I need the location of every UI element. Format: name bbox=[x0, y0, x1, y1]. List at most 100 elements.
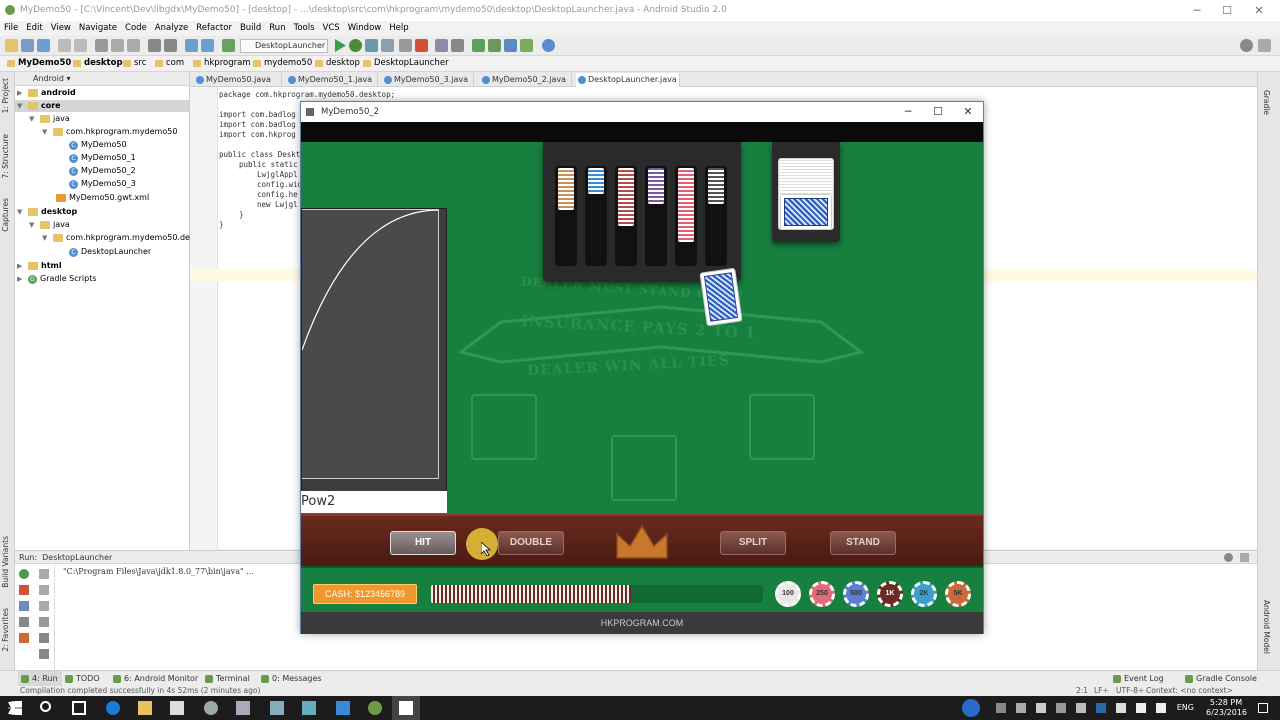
cut-icon[interactable] bbox=[95, 39, 108, 52]
menu-view[interactable]: View bbox=[47, 21, 75, 35]
tree-item-java[interactable]: ▼ java bbox=[29, 113, 70, 125]
tray-icon[interactable] bbox=[1076, 703, 1086, 713]
double-button[interactable]: DOUBLE bbox=[498, 531, 564, 555]
run-config-tab[interactable]: DesktopLauncher bbox=[42, 553, 112, 562]
expand-arrow-icon[interactable]: ▶ bbox=[17, 273, 25, 285]
menu-navigate[interactable]: Navigate bbox=[75, 21, 121, 35]
dealt-card[interactable] bbox=[699, 267, 743, 327]
collapse-arrow-icon[interactable]: ▼ bbox=[42, 126, 50, 138]
breadcrumb-item[interactable]: mydemo50 bbox=[250, 57, 316, 70]
exit-icon[interactable] bbox=[19, 633, 29, 643]
todo-tool-tab[interactable]: TODO bbox=[62, 671, 104, 687]
notifications-icon[interactable] bbox=[1258, 703, 1268, 713]
collapse-arrow-icon[interactable]: ▼ bbox=[29, 113, 37, 125]
game-maximize-button[interactable]: ☐ bbox=[923, 102, 953, 122]
help-icon[interactable] bbox=[962, 699, 980, 717]
event-log-icon[interactable] bbox=[1258, 39, 1271, 52]
build-variants-tool-tab[interactable]: Build Variants bbox=[1, 536, 10, 588]
breadcrumb-item[interactable]: desktop bbox=[70, 57, 127, 70]
tree-item-file[interactable]: MyDemo50.gwt.xml bbox=[56, 192, 149, 204]
captures-tool-tab[interactable]: Captures bbox=[1, 198, 10, 232]
expand-arrow-icon[interactable]: ▶ bbox=[17, 87, 25, 99]
tree-item-class[interactable]: C DesktopLauncher bbox=[69, 246, 151, 258]
breadcrumb-item[interactable]: hkprogram bbox=[190, 57, 255, 70]
game-minimize-button[interactable]: ─ bbox=[893, 102, 923, 122]
collapse-arrow-icon[interactable]: ▼ bbox=[17, 100, 25, 112]
tray-icon[interactable] bbox=[1016, 703, 1026, 713]
tree-item-package[interactable]: ▼ com.hkprogram.mydemo50 bbox=[42, 126, 177, 138]
close-button[interactable]: ✕ bbox=[1244, 0, 1274, 21]
run-tool-tab[interactable]: 4: Run bbox=[18, 671, 62, 687]
split-button[interactable]: SPLIT bbox=[720, 531, 786, 555]
gradle-sync-icon[interactable] bbox=[472, 39, 485, 52]
find-icon[interactable] bbox=[148, 39, 161, 52]
windows-start-icon[interactable] bbox=[8, 701, 22, 715]
android-studio-icon[interactable] bbox=[368, 701, 382, 715]
breadcrumb-item[interactable]: com bbox=[152, 57, 188, 70]
app-icon[interactable] bbox=[236, 701, 250, 715]
save-icon[interactable] bbox=[21, 39, 34, 52]
tab-mydemo50-1[interactable]: MyDemo50_1.java bbox=[286, 73, 378, 87]
menu-run[interactable]: Run bbox=[265, 21, 289, 35]
visual-studio-icon[interactable] bbox=[336, 701, 350, 715]
rerun-icon[interactable] bbox=[19, 569, 29, 579]
edge-icon[interactable] bbox=[106, 701, 120, 715]
game-close-button[interactable]: ✕ bbox=[953, 102, 983, 122]
stand-button[interactable]: STAND bbox=[830, 531, 896, 555]
app-icon[interactable] bbox=[270, 701, 284, 715]
caret-position[interactable]: 2:1 bbox=[1076, 686, 1088, 696]
redo-icon[interactable] bbox=[74, 39, 87, 52]
stop-icon[interactable] bbox=[415, 39, 428, 52]
copy-icon[interactable] bbox=[111, 39, 124, 52]
tray-icon[interactable] bbox=[1116, 703, 1126, 713]
project-view-select[interactable]: Android ▾ bbox=[15, 72, 189, 86]
sync-icon[interactable] bbox=[37, 39, 50, 52]
breadcrumb-item[interactable]: desktop bbox=[312, 57, 364, 70]
forward-icon[interactable] bbox=[201, 39, 214, 52]
gradle-tool-tab[interactable]: Gradle bbox=[1262, 90, 1271, 115]
menu-code[interactable]: Code bbox=[121, 21, 151, 35]
app-icon[interactable] bbox=[302, 701, 316, 715]
game-canvas[interactable]: DEALER MUST STAND ON 17 INSURANCE PAYS 2… bbox=[301, 122, 983, 634]
terminal-tool-tab[interactable]: Terminal bbox=[202, 671, 254, 687]
menu-vcs[interactable]: VCS bbox=[319, 21, 344, 35]
chip-1k[interactable]: 1K bbox=[877, 581, 903, 607]
scroll-up-icon[interactable] bbox=[39, 569, 49, 579]
settings-gear-icon[interactable] bbox=[1224, 553, 1233, 562]
tree-item-desktop[interactable]: ▼ desktop bbox=[17, 206, 77, 218]
tray-icon[interactable] bbox=[1036, 703, 1046, 713]
betting-spot-right[interactable] bbox=[749, 394, 815, 460]
tab-mydemo50[interactable]: MyDemo50.java bbox=[194, 73, 282, 87]
profile-icon[interactable] bbox=[365, 39, 378, 52]
project-tool-tab[interactable]: 1: Project bbox=[1, 78, 10, 113]
tree-item-java[interactable]: ▼ java bbox=[29, 219, 70, 231]
chip-500[interactable]: 500 bbox=[843, 581, 869, 607]
menu-build[interactable]: Build bbox=[236, 21, 265, 35]
hide-panel-icon[interactable] bbox=[1240, 553, 1249, 562]
camera-icon[interactable] bbox=[19, 617, 29, 627]
stop-icon[interactable] bbox=[19, 585, 29, 595]
chip-250[interactable]: 250 bbox=[809, 581, 835, 607]
task-view-icon[interactable] bbox=[72, 701, 86, 715]
file-encoding[interactable]: UTF-8÷ bbox=[1116, 686, 1144, 696]
soft-wrap-icon[interactable] bbox=[39, 601, 49, 611]
tab-mydemo50-3[interactable]: MyDemo50_3.java bbox=[382, 73, 474, 87]
network-icon[interactable] bbox=[1136, 703, 1146, 713]
tree-item-android[interactable]: ▶ android bbox=[17, 87, 76, 99]
tree-item-class[interactable]: C MyDemo50_1 bbox=[69, 152, 136, 164]
print-icon[interactable] bbox=[39, 633, 49, 643]
messages-tool-tab[interactable]: 0: Messages bbox=[258, 671, 326, 687]
tree-item-gradle[interactable]: ▶ G Gradle Scripts bbox=[17, 273, 97, 285]
menu-refactor[interactable]: Refactor bbox=[192, 21, 236, 35]
context-indicator[interactable]: Context: <no context> bbox=[1146, 686, 1233, 696]
breadcrumb-item[interactable]: src bbox=[120, 57, 150, 70]
app-icon[interactable] bbox=[204, 701, 218, 715]
tray-icon[interactable] bbox=[1056, 703, 1066, 713]
trash-icon[interactable] bbox=[39, 649, 49, 659]
android-model-tool-tab[interactable]: Android Model bbox=[1262, 600, 1271, 654]
settings-icon[interactable] bbox=[451, 39, 464, 52]
menu-edit[interactable]: Edit bbox=[22, 21, 46, 35]
keyboard-language[interactable]: ENG bbox=[1177, 703, 1194, 712]
search-icon[interactable] bbox=[40, 701, 51, 712]
tree-item-class[interactable]: C MyDemo50_3 bbox=[69, 178, 136, 190]
